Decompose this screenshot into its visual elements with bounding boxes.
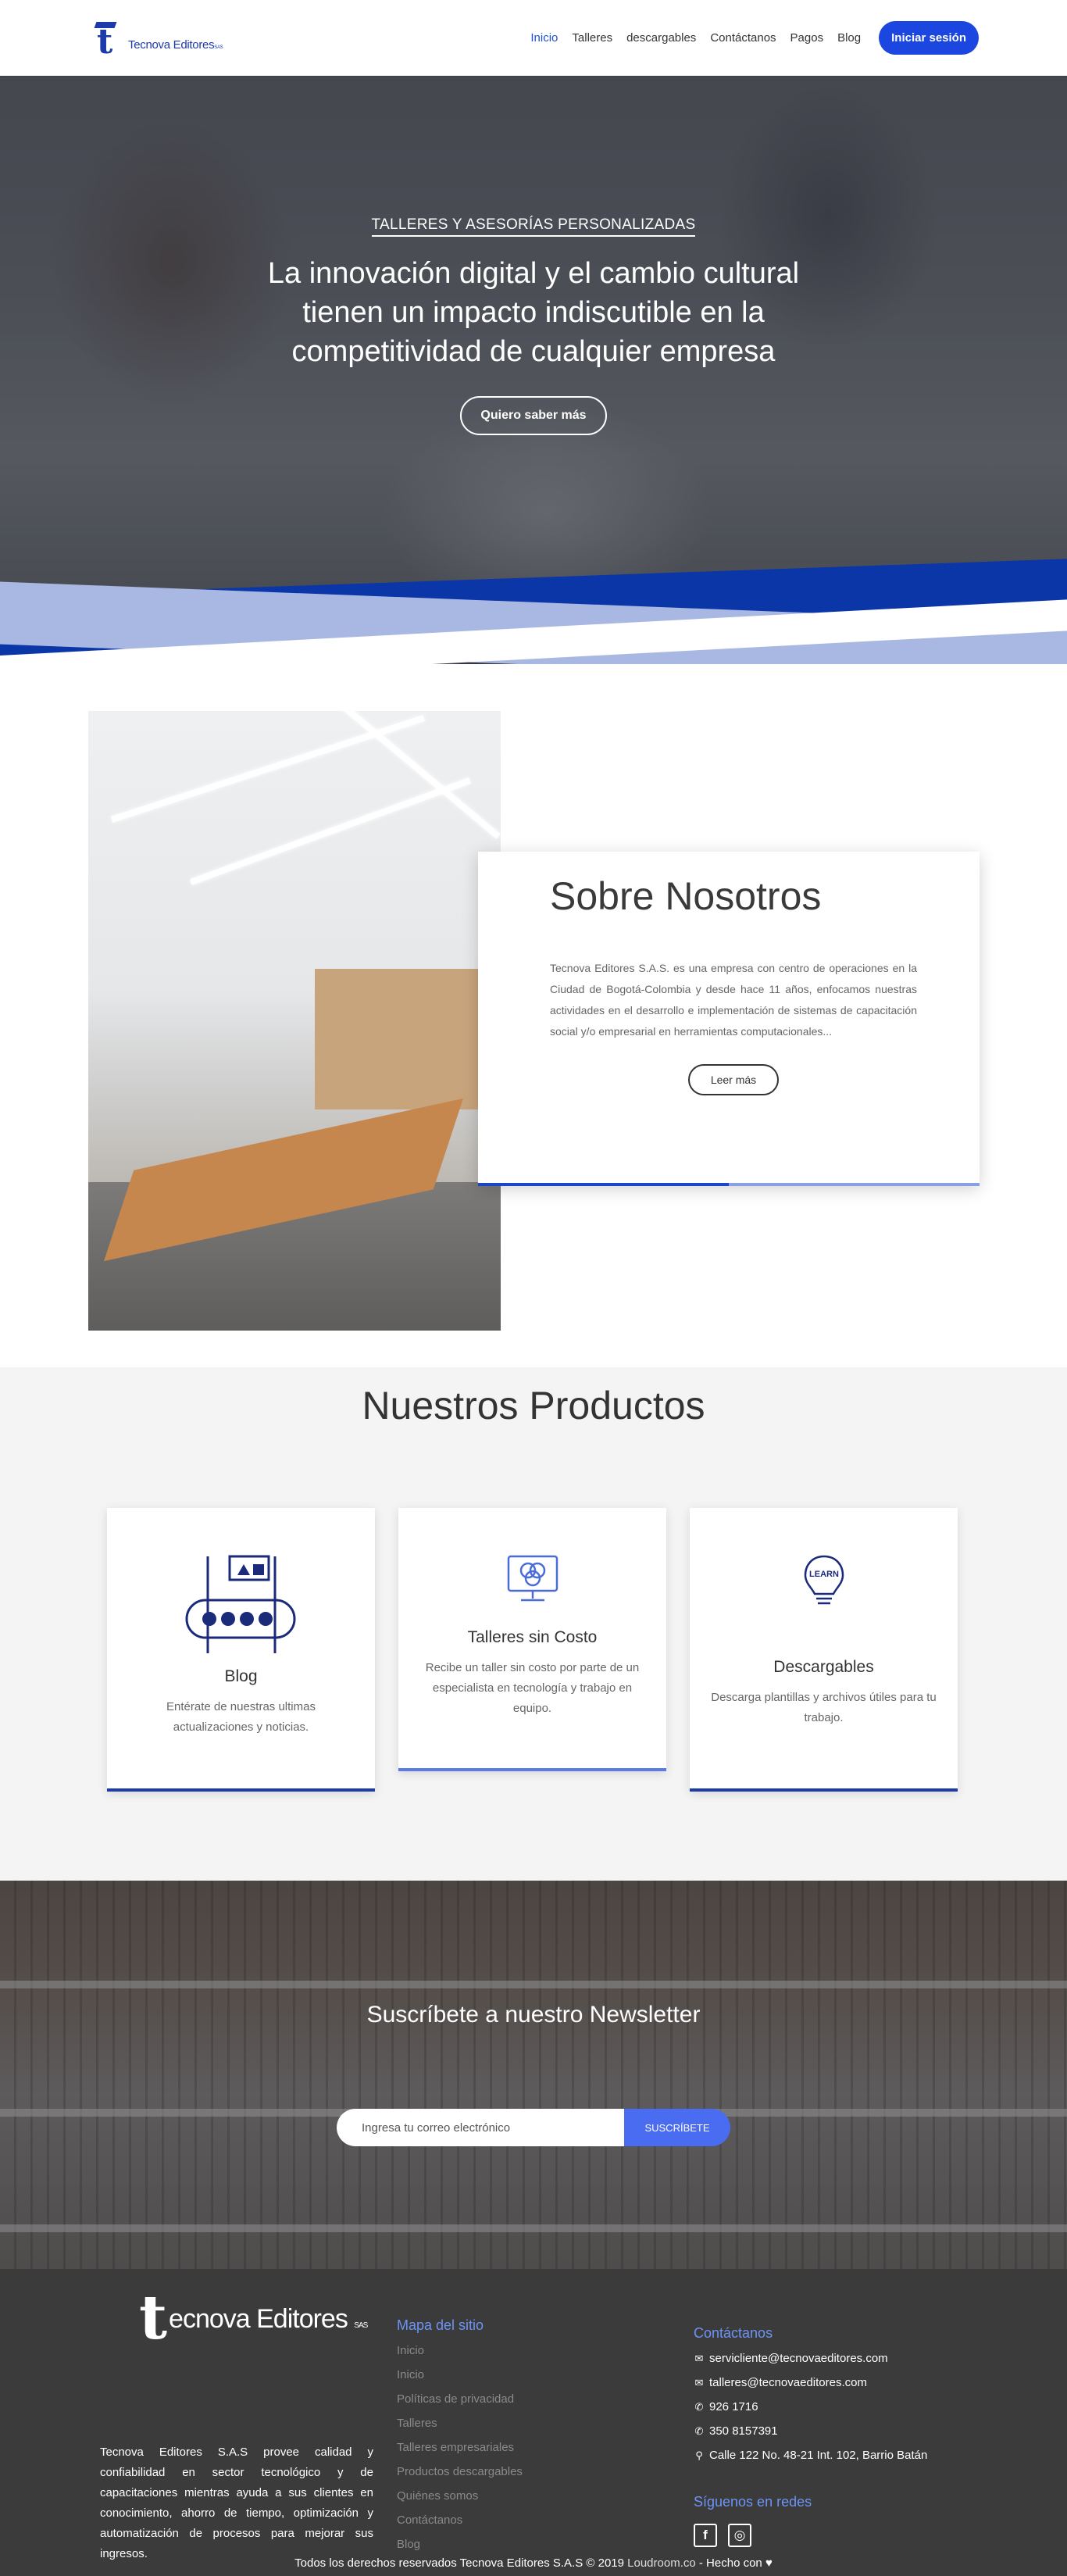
footer-logo-mark-icon: t bbox=[139, 2282, 168, 2353]
facebook-icon[interactable]: f bbox=[694, 2524, 717, 2547]
hero-content: TALLERES Y ASESORÍAS PERSONALIZADAS La i… bbox=[0, 216, 1067, 435]
nav-item-contactanos[interactable]: Contáctanos bbox=[703, 31, 783, 45]
sitemap-link[interactable]: Talleres empresariales bbox=[397, 2441, 514, 2454]
envelope-icon: ✉ bbox=[694, 2353, 704, 2364]
sitemap-link[interactable]: Inicio bbox=[397, 2368, 424, 2381]
envelope-icon: ✉ bbox=[694, 2377, 704, 2388]
instagram-icon[interactable]: ◎ bbox=[728, 2524, 751, 2547]
contact-email[interactable]: servicliente@tecnovaeditores.com bbox=[709, 2346, 888, 2371]
svg-text:LEARN: LEARN bbox=[809, 1570, 839, 1579]
learn-more-button[interactable]: Quiero saber más bbox=[460, 396, 607, 435]
main-nav: Inicio Talleres descargables Contáctanos… bbox=[523, 21, 979, 55]
about-card: Sobre Nosotros Tecnova Editores S.A.S. e… bbox=[478, 852, 980, 1186]
site-footer: t ecnova Editores SAS Tecnova Editores S… bbox=[0, 2269, 1067, 2576]
copyright: Todos los derechos reservados Tecnova Ed… bbox=[294, 2556, 773, 2570]
social-links: f ◎ bbox=[694, 2524, 751, 2547]
newsletter-email-input[interactable] bbox=[337, 2109, 624, 2146]
meeting-room-image bbox=[88, 711, 501, 1331]
product-card-blog[interactable]: Blog Entérate de nuestras ultimas actual… bbox=[107, 1508, 375, 1792]
sitemap-link[interactable]: Contáctanos bbox=[397, 2513, 462, 2527]
nav-item-pagos[interactable]: Pagos bbox=[783, 31, 831, 45]
about-text: Tecnova Editores S.A.S. es una empresa c… bbox=[550, 962, 917, 1038]
contact-address: Calle 122 No. 48-21 Int. 102, Barrio Bat… bbox=[709, 2449, 928, 2462]
sitemap-link[interactable]: Productos descargables bbox=[397, 2465, 523, 2478]
nav-item-inicio[interactable]: Inicio bbox=[523, 31, 565, 45]
products-title: Nuestros Productos bbox=[362, 1384, 705, 1427]
about-title: Sobre Nosotros bbox=[550, 874, 822, 918]
monitor-venn-icon bbox=[507, 1555, 558, 1602]
logo-mark-icon: t bbox=[94, 17, 127, 59]
learn-lightbulb-icon: LEARN bbox=[804, 1555, 844, 1605]
newsletter-section: Suscríbete a nuestro Newsletter SUSCRÍBE… bbox=[0, 1881, 1067, 2269]
sitemap-link[interactable]: Talleres bbox=[397, 2417, 437, 2430]
product-card-title: Descargables bbox=[773, 1658, 874, 1676]
footer-sitemap: Mapa del sitio Inicio Inicio Políticas d… bbox=[397, 2317, 523, 2556]
hero-kicker: TALLERES Y ASESORÍAS PERSONALIZADAS bbox=[371, 216, 696, 237]
about-section: Sobre Nosotros Tecnova Editores S.A.S. e… bbox=[0, 664, 1067, 1367]
site-header: t Tecnova EditoresSAS Inicio Talleres de… bbox=[0, 0, 1067, 76]
product-card-title: Talleres sin Costo bbox=[467, 1628, 598, 1646]
subscribe-button[interactable]: SUSCRÍBETE bbox=[624, 2109, 730, 2146]
hero-section: TALLERES Y ASESORÍAS PERSONALIZADAS La i… bbox=[0, 76, 1067, 664]
nav-item-descargables[interactable]: descargables bbox=[619, 31, 703, 45]
contact-title: Contáctanos bbox=[694, 2325, 773, 2341]
sitemap-title: Mapa del sitio bbox=[397, 2317, 484, 2333]
loudroom-link[interactable]: Loudroom.co bbox=[627, 2556, 696, 2570]
read-more-button[interactable]: Leer más bbox=[688, 1064, 779, 1095]
product-card-text: Recibe un taller sin costo por parte de … bbox=[425, 1661, 640, 1715]
contact-email[interactable]: talleres@tecnovaeditores.com bbox=[709, 2371, 867, 2395]
product-card-title: Blog bbox=[224, 1667, 258, 1685]
product-card-talleres[interactable]: Talleres sin Costo Recibe un taller sin … bbox=[398, 1508, 666, 1771]
contact-phone[interactable]: 926 1716 bbox=[709, 2395, 758, 2419]
footer-logo: t ecnova Editores SAS bbox=[139, 2282, 368, 2353]
newsletter-title: Suscríbete a nuestro Newsletter bbox=[366, 2002, 701, 2028]
sitemap-link[interactable]: Políticas de privacidad bbox=[397, 2392, 514, 2406]
phone-icon: ✆ bbox=[694, 2425, 704, 2437]
hero-title: La innovación digital y el cambio cultur… bbox=[267, 257, 800, 368]
presentation-board-icon bbox=[185, 1555, 295, 1653]
login-button[interactable]: Iniciar sesión bbox=[879, 21, 979, 55]
footer-description: Tecnova Editores S.A.S provee calidad y … bbox=[100, 2446, 373, 2560]
sitemap-link[interactable]: Quiénes somos bbox=[397, 2489, 478, 2503]
contact-phone[interactable]: 350 8157391 bbox=[709, 2419, 778, 2443]
sitemap-link[interactable]: Blog bbox=[397, 2538, 420, 2551]
sitemap-link[interactable]: Inicio bbox=[397, 2344, 424, 2357]
footer-contact: Contáctanos ✉ servicliente@tecnovaeditore… bbox=[694, 2325, 927, 2467]
nav-item-blog[interactable]: Blog bbox=[830, 31, 868, 45]
phone-icon: ✆ bbox=[694, 2401, 704, 2413]
site-logo[interactable]: t Tecnova EditoresSAS bbox=[94, 17, 223, 59]
product-card-descargables[interactable]: LEARN Descargables Descarga plantillas y… bbox=[690, 1508, 958, 1792]
products-section: Nuestros Productos Blog Entérate de nues… bbox=[0, 1367, 1067, 1881]
newsletter-form: SUSCRÍBETE bbox=[337, 2109, 730, 2146]
nav-item-talleres[interactable]: Talleres bbox=[565, 31, 619, 45]
product-card-text: Descarga plantillas y archivos útiles pa… bbox=[711, 1691, 937, 1724]
heart-icon: ♥ bbox=[765, 2556, 773, 2570]
product-card-text: Entérate de nuestras ultimas actualizaci… bbox=[166, 1700, 316, 1734]
logo-text: Tecnova EditoresSAS bbox=[128, 38, 223, 52]
social-title: Síguenos en redes bbox=[694, 2494, 812, 2510]
map-pin-icon: ⚲ bbox=[695, 2449, 703, 2461]
